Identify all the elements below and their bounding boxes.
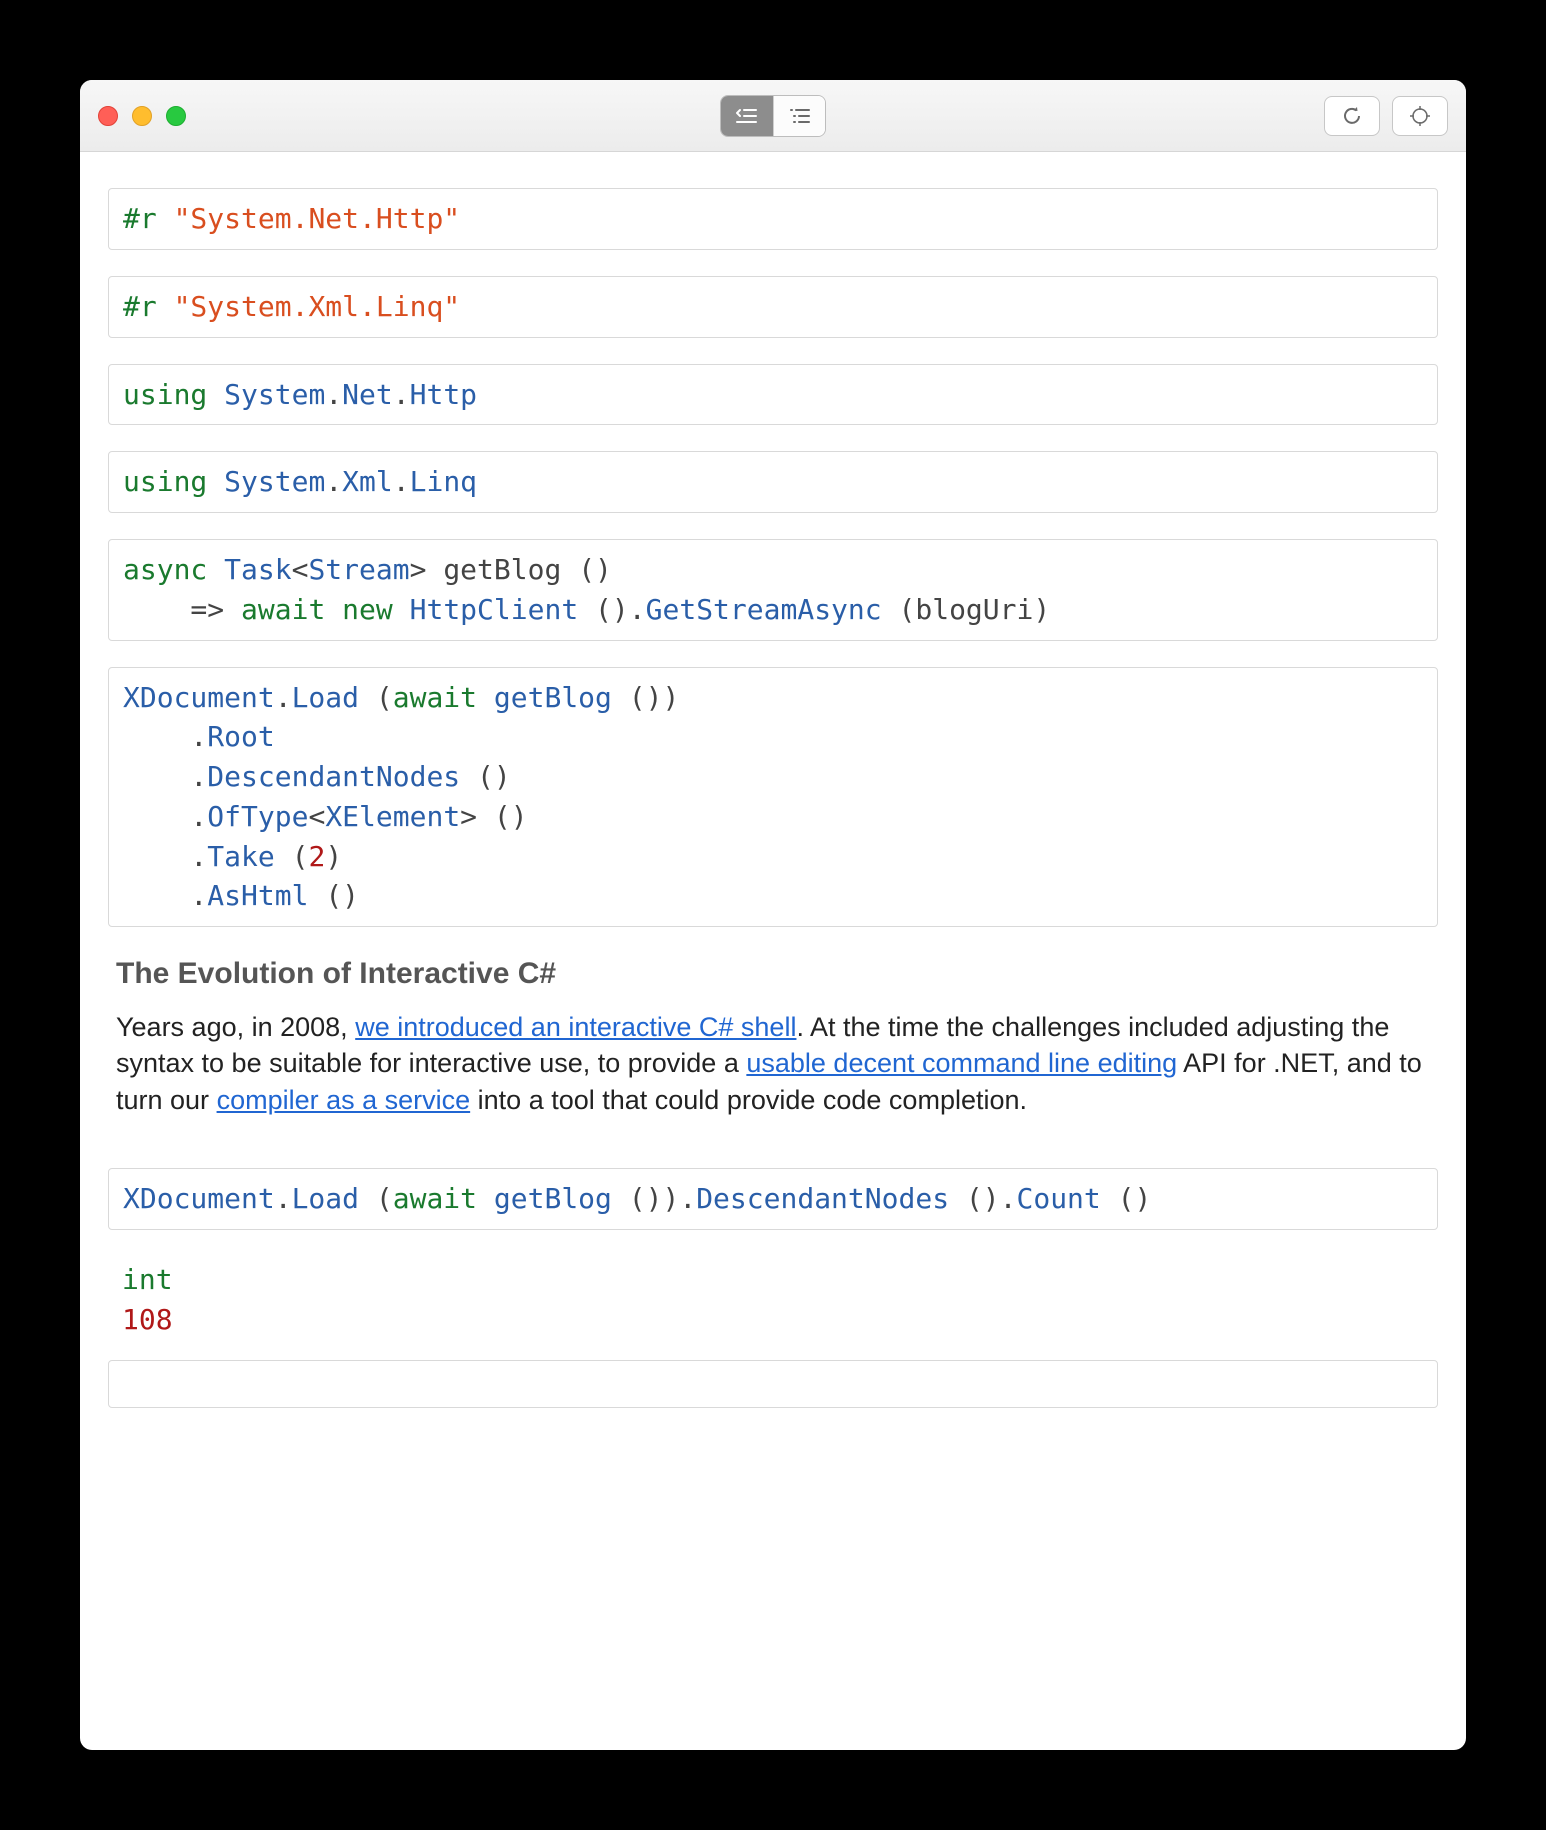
refresh-button[interactable] xyxy=(1324,96,1380,136)
toolbar-right xyxy=(1324,96,1448,136)
result-output: int 108 xyxy=(108,1256,1438,1360)
notebook-content[interactable]: #r "System.Net.Http" #r "System.Xml.Linq… xyxy=(80,152,1466,1750)
outline-view-button[interactable] xyxy=(773,96,825,136)
target-button[interactable] xyxy=(1392,96,1448,136)
titlebar xyxy=(80,80,1466,152)
code-cell-empty[interactable] xyxy=(108,1360,1438,1408)
refresh-icon xyxy=(1341,105,1363,127)
result-type: int xyxy=(122,1263,173,1296)
output-link[interactable]: usable decent command line editing xyxy=(746,1048,1177,1078)
target-icon xyxy=(1409,105,1431,127)
view-mode-segmented xyxy=(720,95,826,137)
outline-icon xyxy=(789,107,811,125)
output-heading: The Evolution of Interactive C# xyxy=(116,957,1430,991)
code-cell[interactable]: async Task<Stream> getBlog () => await n… xyxy=(108,539,1438,641)
code-cell[interactable]: #r "System.Net.Http" xyxy=(108,188,1438,250)
code-view-button[interactable] xyxy=(721,96,773,136)
output-paragraph: Years ago, in 2008, we introduced an int… xyxy=(116,1009,1430,1118)
maximize-button[interactable] xyxy=(166,106,186,126)
minimize-button[interactable] xyxy=(132,106,152,126)
code-cell[interactable]: #r "System.Xml.Linq" xyxy=(108,276,1438,338)
output-link[interactable]: compiler as a service xyxy=(217,1085,471,1115)
code-list-icon xyxy=(736,107,758,125)
code-cell[interactable]: XDocument.Load (await getBlog ()).Descen… xyxy=(108,1168,1438,1230)
code-cell[interactable]: using System.Net.Http xyxy=(108,364,1438,426)
app-window: #r "System.Net.Http" #r "System.Xml.Linq… xyxy=(80,80,1466,1750)
output-link[interactable]: we introduced an interactive C# shell xyxy=(355,1012,796,1042)
close-button[interactable] xyxy=(98,106,118,126)
code-cell[interactable]: using System.Xml.Linq xyxy=(108,451,1438,513)
traffic-lights xyxy=(98,106,186,126)
code-cell[interactable]: XDocument.Load (await getBlog ()) .Root … xyxy=(108,667,1438,928)
result-value: 108 xyxy=(122,1303,173,1336)
